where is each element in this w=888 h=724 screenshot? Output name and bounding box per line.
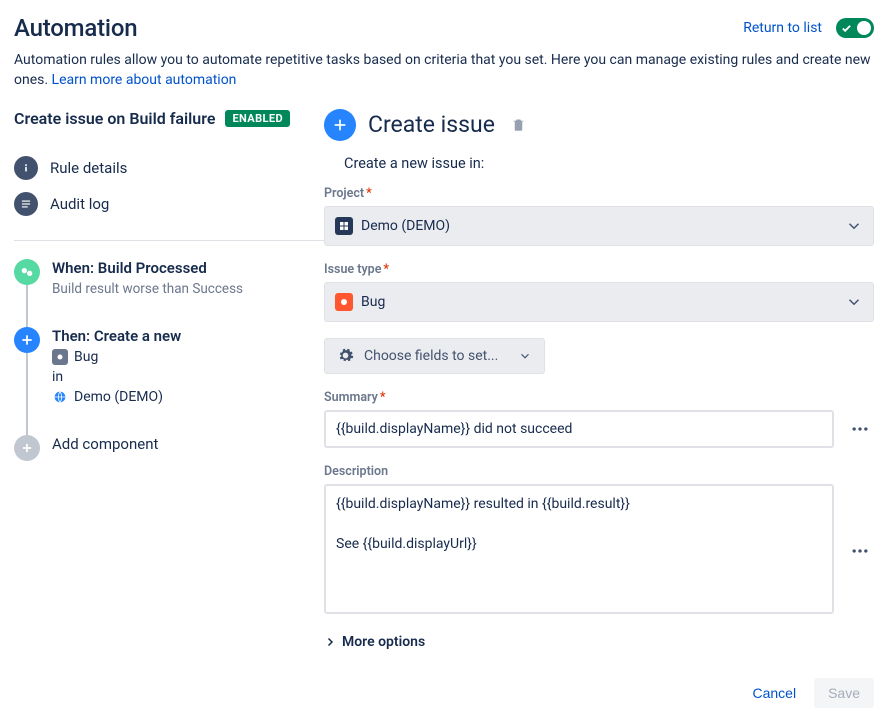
project-value: Demo (DEMO): [361, 218, 450, 234]
rule-name: Create issue on Build failure: [14, 109, 215, 128]
page-description: Automation rules allow you to automate r…: [14, 50, 874, 91]
more-icon[interactable]: [846, 415, 874, 443]
flow-add-label: Add component: [52, 435, 324, 453]
issuetype-value: Bug: [361, 294, 385, 310]
flow-action-title: Then: Create a new: [52, 327, 324, 345]
check-icon: [841, 23, 852, 34]
description-textarea[interactable]: [324, 484, 834, 614]
flow-action-project: Demo (DEMO): [74, 389, 163, 405]
required-marker: *: [383, 262, 389, 277]
choose-fields-button[interactable]: Choose fields to set...: [324, 338, 545, 374]
flow-action[interactable]: Then: Create a new Bug in D: [14, 327, 324, 435]
chevron-right-icon: [324, 636, 336, 648]
globe-mini-icon: [52, 389, 68, 405]
flow-action-in: in: [52, 369, 63, 385]
gear-icon: [337, 347, 354, 364]
more-icon[interactable]: [846, 537, 874, 565]
flow-action-issuetype: Bug: [74, 349, 98, 365]
panel-icon: [324, 109, 356, 141]
panel-subtitle: Create a new issue in:: [344, 155, 874, 172]
summary-label: Summary: [324, 390, 378, 405]
info-icon: [14, 156, 38, 180]
bug-icon: [335, 293, 353, 311]
chevron-down-icon: [518, 349, 532, 363]
chevron-down-icon: [845, 217, 863, 235]
flow-trigger-subtitle: Build result worse than Success: [52, 281, 324, 297]
flow-trigger[interactable]: When: Build Processed Build result worse…: [14, 259, 324, 327]
sidebar-item-label: Audit log: [50, 195, 109, 213]
save-button[interactable]: Save: [814, 678, 874, 708]
divider: [14, 240, 324, 241]
project-select[interactable]: Demo (DEMO): [324, 206, 874, 246]
project-label: Project: [324, 186, 364, 201]
more-options-toggle[interactable]: More options: [324, 634, 874, 650]
required-marker: *: [380, 390, 386, 405]
description-label: Description: [324, 464, 388, 479]
cancel-button[interactable]: Cancel: [740, 678, 808, 708]
issuetype-select[interactable]: Bug: [324, 282, 874, 322]
trash-icon[interactable]: [511, 117, 526, 132]
sidebar-item-label: Rule details: [50, 159, 127, 177]
bug-mini-icon: [52, 349, 68, 365]
flow-trigger-title: When: Build Processed: [52, 259, 324, 277]
trigger-icon: [14, 259, 40, 285]
required-marker: *: [366, 186, 372, 201]
sidebar-item-audit-log[interactable]: Audit log: [14, 186, 324, 222]
project-avatar-icon: [335, 217, 353, 235]
panel-title: Create issue: [368, 111, 495, 138]
action-icon: [14, 327, 40, 353]
list-icon: [14, 192, 38, 216]
choose-fields-label: Choose fields to set...: [364, 348, 498, 364]
more-options-label: More options: [342, 634, 425, 650]
return-to-list-link[interactable]: Return to list: [743, 20, 822, 36]
flow-add-component[interactable]: Add component: [14, 435, 324, 461]
chevron-down-icon: [845, 293, 863, 311]
learn-more-link[interactable]: Learn more about automation: [52, 72, 237, 88]
status-badge: ENABLED: [225, 110, 290, 127]
page-title: Automation: [14, 14, 137, 42]
summary-input[interactable]: [324, 410, 834, 448]
toggle-knob: [857, 21, 871, 35]
rule-enabled-toggle[interactable]: [836, 18, 874, 38]
issuetype-label: Issue type: [324, 262, 381, 277]
sidebar-item-rule-details[interactable]: Rule details: [14, 150, 324, 186]
plus-icon: [14, 435, 40, 461]
